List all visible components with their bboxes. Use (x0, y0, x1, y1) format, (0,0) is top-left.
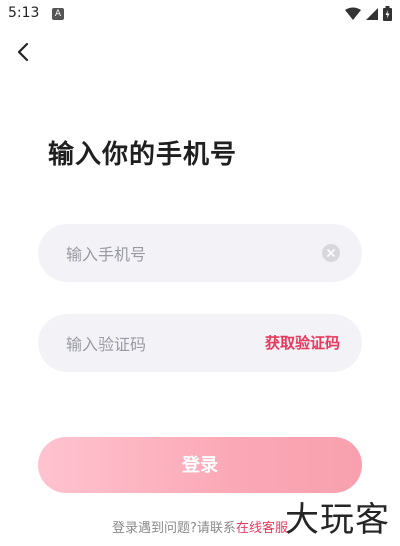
back-button[interactable] (10, 38, 36, 66)
get-code-button[interactable]: 获取验证码 (265, 314, 340, 372)
help-prompt: 登录遇到问题?请联系 (112, 521, 236, 536)
signal-icon (366, 7, 378, 20)
chevron-left-icon (17, 42, 29, 62)
status-icons (345, 6, 392, 21)
code-field-container: 获取验证码 (38, 314, 362, 374)
status-time: 5:13 (8, 5, 40, 21)
battery-icon (383, 6, 392, 21)
online-support-link[interactable]: 在线客服 (236, 521, 288, 536)
page-title: 输入你的手机号 (48, 140, 238, 170)
login-button[interactable]: 登录 (38, 437, 362, 493)
close-icon (327, 249, 335, 257)
wifi-icon (345, 7, 361, 20)
verification-code-input[interactable] (64, 314, 288, 374)
clear-phone-button[interactable] (322, 244, 340, 262)
phone-field-container (38, 224, 362, 284)
notification-app-icon: A (52, 8, 64, 20)
watermark-logo: 大玩客 (285, 500, 390, 540)
status-bar: 5:13 A (0, 0, 400, 28)
phone-input[interactable] (64, 224, 288, 284)
